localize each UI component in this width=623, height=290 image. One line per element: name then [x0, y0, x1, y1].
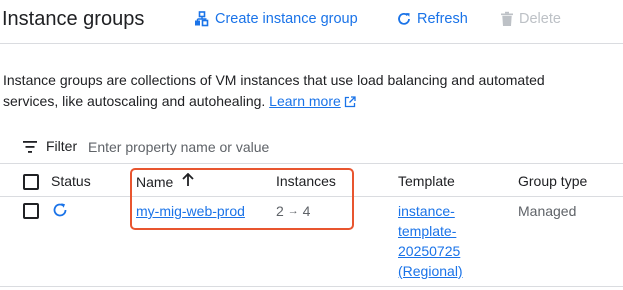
- refresh-label: Refresh: [417, 11, 468, 27]
- template-line: 20250725: [398, 243, 461, 259]
- table-header: Status Name Instances Template Group typ…: [0, 165, 623, 197]
- template-link[interactable]: instance- template- 20250725 (Regional): [398, 201, 463, 281]
- external-link-icon: [344, 93, 356, 114]
- page-header: Instance groups Create instance group Re…: [0, 0, 623, 44]
- delete-label: Delete: [519, 11, 561, 27]
- column-header-name[interactable]: Name: [136, 172, 194, 190]
- learn-more-link[interactable]: Learn more: [269, 93, 356, 109]
- template-line: template-: [398, 223, 457, 239]
- delete-button[interactable]: Delete: [500, 11, 561, 27]
- group-type-value: Managed: [518, 203, 577, 219]
- instance-group-name-link[interactable]: my-mig-web-prod: [136, 201, 245, 221]
- column-header-name-label: Name: [136, 173, 174, 190]
- filter-icon[interactable]: [23, 140, 37, 158]
- refresh-icon: [396, 11, 412, 27]
- description-text: Instance groups are collections of VM in…: [3, 70, 563, 114]
- column-header-group-type[interactable]: Group type: [518, 173, 587, 189]
- table-row: my-mig-web-prod 2 → 4 instance- template…: [0, 197, 623, 287]
- column-header-instances[interactable]: Instances: [276, 173, 336, 189]
- filter-label: Filter: [46, 138, 78, 154]
- create-group-icon: [194, 11, 210, 27]
- status-updating-icon: [52, 202, 68, 223]
- instances-to: 4: [302, 203, 311, 219]
- template-line: (Regional): [398, 263, 463, 279]
- instances-from: 2: [276, 203, 284, 219]
- page-title: Instance groups: [2, 8, 145, 30]
- column-header-status[interactable]: Status: [51, 173, 91, 189]
- refresh-button[interactable]: Refresh: [396, 11, 468, 27]
- create-instance-group-button[interactable]: Create instance group: [194, 11, 358, 27]
- row-checkbox[interactable]: [23, 203, 39, 219]
- template-line: instance-: [398, 203, 455, 219]
- learn-more-label: Learn more: [269, 93, 341, 109]
- filter-bar: Filter: [0, 130, 623, 164]
- instances-arrow: →: [287, 205, 299, 217]
- create-instance-group-label: Create instance group: [215, 11, 358, 27]
- select-all-checkbox[interactable]: [23, 174, 39, 190]
- instances-count: 2 → 4: [276, 201, 310, 221]
- filter-input[interactable]: [88, 136, 388, 158]
- column-header-template[interactable]: Template: [398, 173, 455, 189]
- sort-ascending-icon: [182, 172, 194, 190]
- trash-icon: [500, 11, 514, 27]
